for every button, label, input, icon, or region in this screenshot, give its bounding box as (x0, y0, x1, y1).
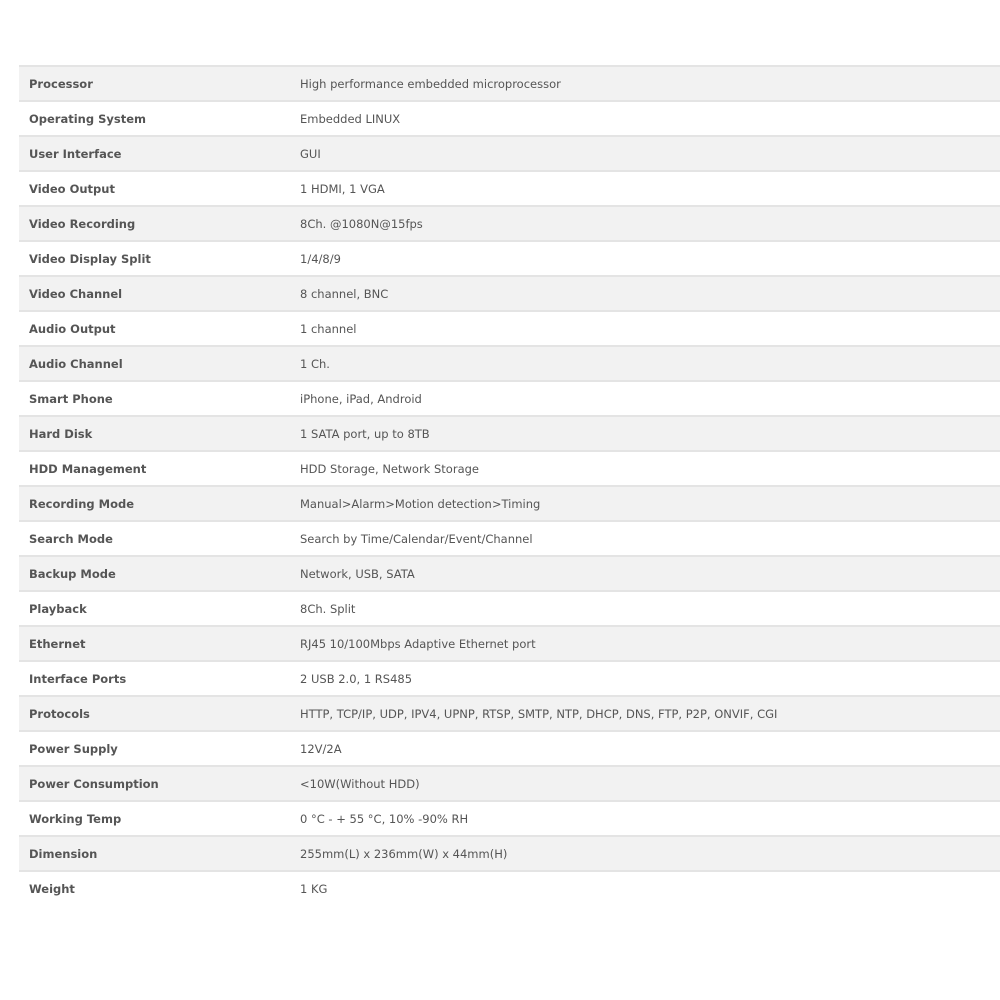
spec-row: Smart Phone iPhone, iPad, Android (19, 382, 1000, 417)
spec-row: Video Channel 8 channel, BNC (19, 277, 1000, 312)
spec-value: 0 °C - + 55 °C, 10% -90% RH (300, 811, 469, 826)
spec-row: Video Display Split 1/4/8/9 (19, 242, 1000, 277)
spec-label: Processor (29, 76, 93, 91)
spec-value: iPhone, iPad, Android (300, 391, 422, 406)
spec-label: Audio Output (29, 321, 116, 336)
spec-value: Embedded LINUX (300, 111, 401, 126)
spec-row: Video Recording 8Ch. @1080N@15fps (19, 207, 1000, 242)
spec-row: Video Output 1 HDMI, 1 VGA (19, 172, 1000, 207)
spec-label: Working Temp (29, 811, 122, 826)
spec-label: Playback (29, 601, 87, 616)
spec-value: 12V/2A (300, 741, 342, 756)
spec-value: 1 SATA port, up to 8TB (300, 426, 430, 441)
spec-value: Search by Time/Calendar/Event/Channel (300, 531, 533, 546)
spec-row: User Interface GUI (19, 137, 1000, 172)
spec-label: Ethernet (29, 636, 86, 651)
spec-value: 1 HDMI, 1 VGA (300, 181, 385, 196)
spec-label: User Interface (29, 146, 122, 161)
spec-row: Audio Output 1 channel (19, 312, 1000, 347)
spec-value: 1 KG (300, 881, 328, 896)
spec-label: Power Consumption (29, 776, 159, 791)
spec-row: Interface Ports 2 USB 2.0, 1 RS485 (19, 662, 1000, 697)
spec-row: Dimension 255mm(L) x 236mm(W) x 44mm(H) (19, 837, 1000, 872)
spec-value: 2 USB 2.0, 1 RS485 (300, 671, 413, 686)
spec-label: Operating System (29, 111, 147, 126)
spec-label: Search Mode (29, 531, 113, 546)
spec-value: Manual>Alarm>Motion detection>Timing (300, 496, 541, 511)
spec-row: Search Mode Search by Time/Calendar/Event… (19, 522, 1000, 557)
spec-label: Video Output (29, 181, 115, 196)
spec-row: Hard Disk 1 SATA port, up to 8TB (19, 417, 1000, 452)
spec-row: Processor High performance embedded micro… (19, 67, 1000, 102)
spec-value: 1/4/8/9 (300, 251, 341, 266)
spec-value: 1 channel (300, 321, 357, 336)
spec-value: HDD Storage, Network Storage (300, 461, 479, 476)
spec-label: Weight (29, 881, 75, 896)
spec-value: RJ45 10/100Mbps Adaptive Ethernet port (300, 636, 536, 651)
spec-row: Ethernet RJ45 10/100Mbps Adaptive Etherne… (19, 627, 1000, 662)
spec-label: Backup Mode (29, 566, 116, 581)
spec-label: Power Supply (29, 741, 118, 756)
spec-label: Protocols (29, 706, 90, 721)
spec-row: Operating System Embedded LINUX (19, 102, 1000, 137)
spec-value: High performance embedded microprocessor (300, 76, 561, 91)
spec-value: <10W(Without HDD) (300, 776, 420, 791)
spec-row: Playback 8Ch. Split (19, 592, 1000, 627)
spec-value: 8Ch. Split (300, 601, 356, 616)
spec-row: Audio Channel 1 Ch. (19, 347, 1000, 382)
spec-label: Video Recording (29, 216, 136, 231)
spec-row: HDD Management HDD Storage, Network Stora… (19, 452, 1000, 487)
spec-label: Smart Phone (29, 391, 113, 406)
spec-table: Processor High performance embedded micro… (19, 65, 1000, 905)
spec-label: Video Channel (29, 286, 123, 301)
spec-value: Network, USB, SATA (300, 566, 415, 581)
spec-label: Dimension (29, 846, 98, 861)
spec-value: 8 channel, BNC (300, 286, 389, 301)
spec-value: 1 Ch. (300, 356, 330, 371)
spec-label: HDD Management (29, 461, 147, 476)
spec-label: Interface Ports (29, 671, 127, 686)
spec-label: Video Display Split (29, 251, 151, 266)
spec-row: Backup Mode Network, USB, SATA (19, 557, 1000, 592)
spec-label: Recording Mode (29, 496, 135, 511)
spec-value: 8Ch. @1080N@15fps (300, 216, 423, 231)
spec-value: GUI (300, 146, 321, 161)
spec-value: 255mm(L) x 236mm(W) x 44mm(H) (300, 846, 508, 861)
spec-value: HTTP, TCP/IP, UDP, IPV4, UPNP, RTSP, SMT… (300, 706, 778, 721)
spec-label: Hard Disk (29, 426, 93, 441)
spec-row: Weight 1 KG (19, 872, 1000, 905)
spec-row: Recording Mode Manual>Alarm>Motion detect… (19, 487, 1000, 522)
spec-row: Power Consumption <10W(Without HDD) (19, 767, 1000, 802)
spec-row: Power Supply 12V/2A (19, 732, 1000, 767)
spec-label: Audio Channel (29, 356, 123, 371)
spec-row: Protocols HTTP, TCP/IP, UDP, IPV4, UPNP, … (19, 697, 1000, 732)
spec-row: Working Temp 0 °C - + 55 °C, 10% -90% RH (19, 802, 1000, 837)
